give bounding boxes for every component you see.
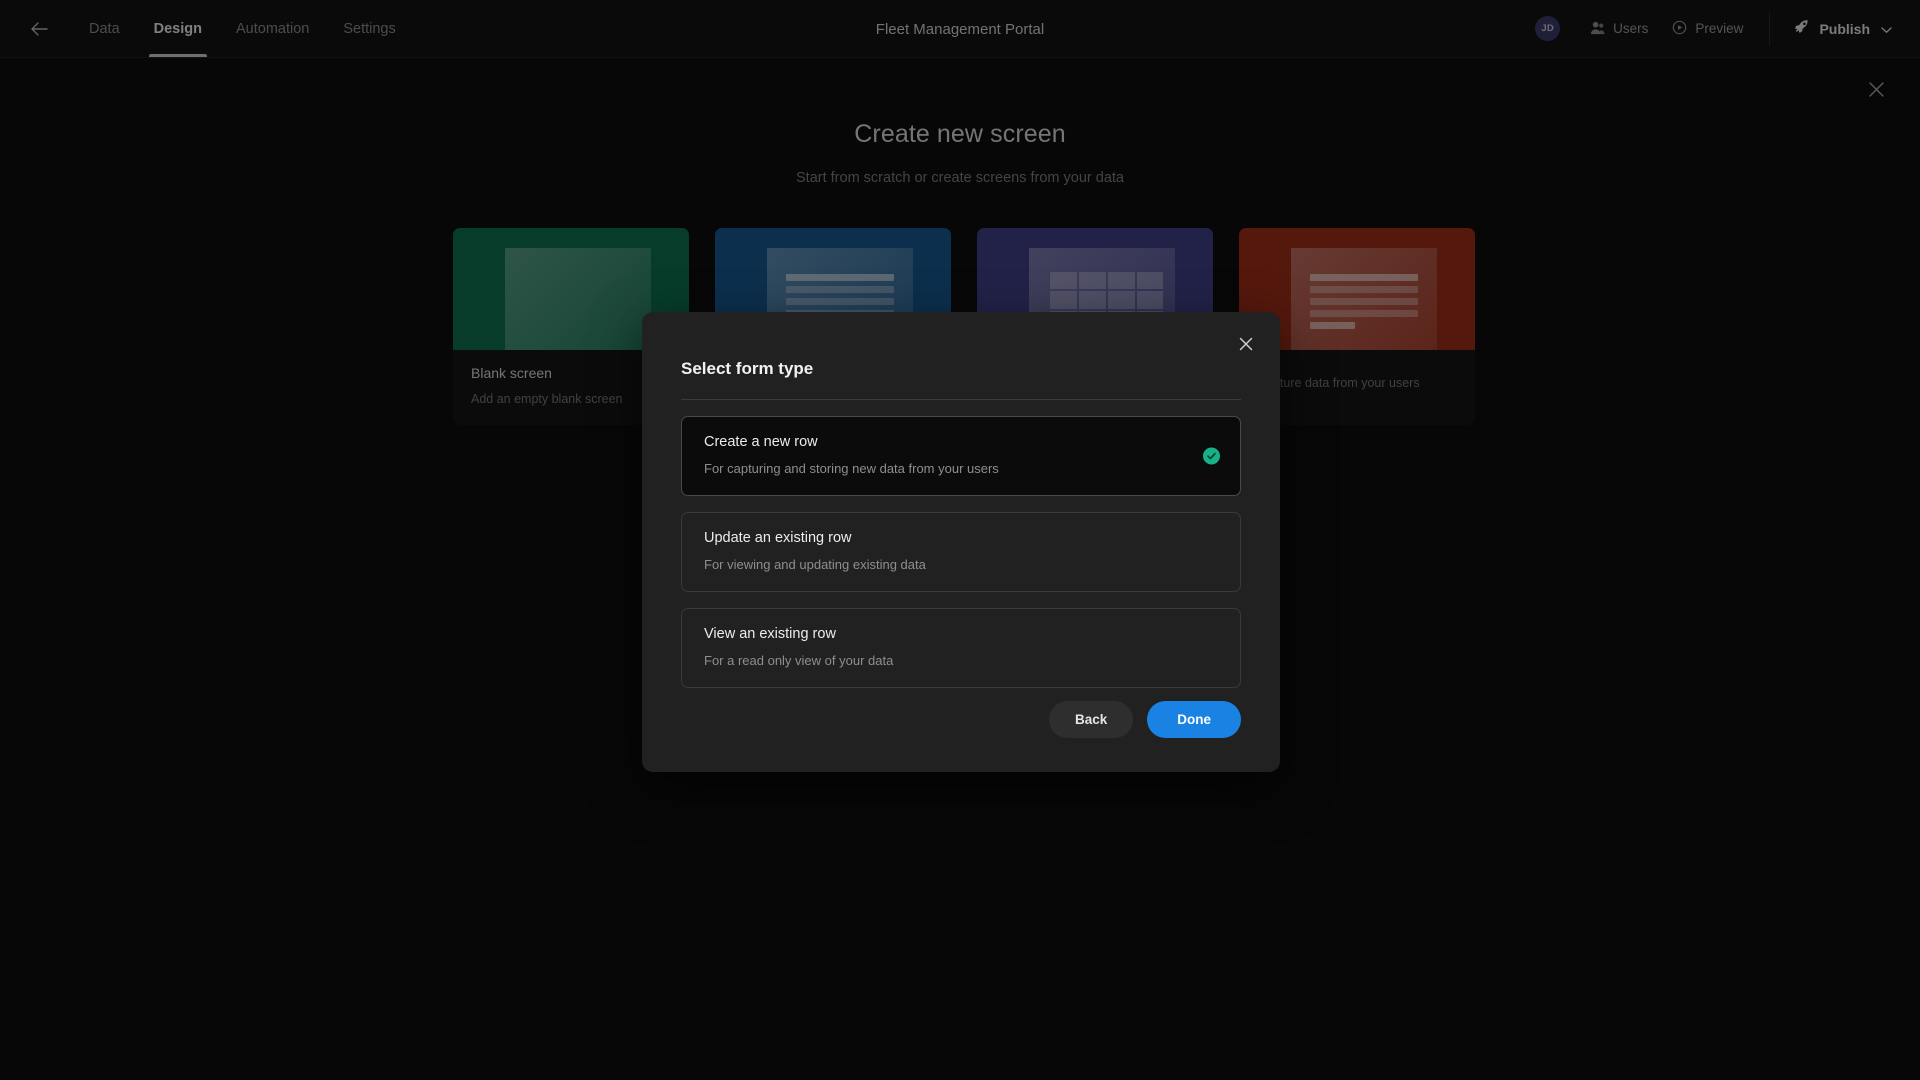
back-button[interactable]: Back [1048,701,1134,738]
option-update-existing-row[interactable]: Update an existing row For viewing and u… [681,512,1241,592]
option-view-existing-row[interactable]: View an existing row For a read only vie… [681,608,1241,688]
select-form-type-dialog: Select form type Create a new row For ca… [642,312,1280,772]
modal-title: Select form type [681,359,814,378]
done-button[interactable]: Done [1147,701,1241,738]
check-circle-icon [1203,447,1220,465]
form-type-option-list: Create a new row For capturing and stori… [681,416,1241,704]
option-desc: For a read only view of your data [704,653,894,668]
option-title: View an existing row [704,626,836,642]
modal-close-button[interactable] [1232,332,1260,360]
option-title: Update an existing row [704,530,852,546]
option-title: Create a new row [704,434,818,450]
option-desc: For viewing and updating existing data [704,557,926,572]
option-desc: For capturing and storing new data from … [704,461,999,476]
modal-footer: Back Done [1048,701,1241,738]
modal-divider [681,399,1241,400]
option-create-new-row[interactable]: Create a new row For capturing and stori… [681,416,1241,496]
close-icon [1239,337,1253,356]
